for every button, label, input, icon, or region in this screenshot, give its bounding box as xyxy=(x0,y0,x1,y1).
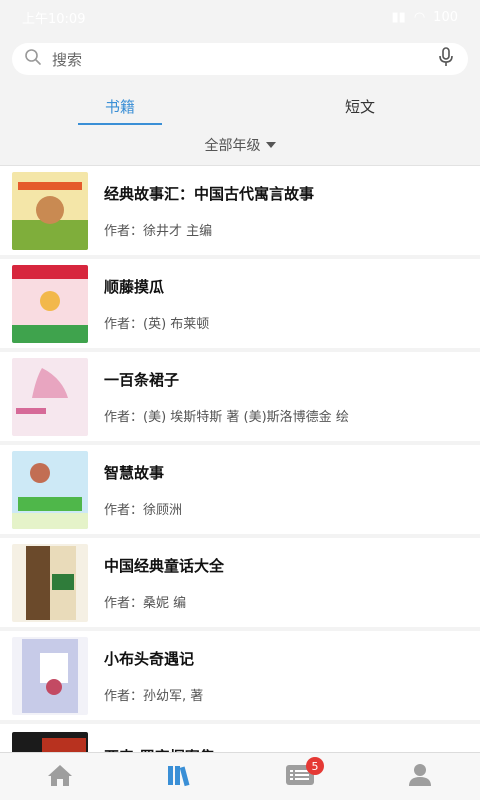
nav-home[interactable] xyxy=(0,753,120,800)
book-cover xyxy=(12,171,88,250)
tab-books[interactable]: 书籍 xyxy=(0,87,240,125)
home-icon xyxy=(46,763,74,791)
nav-profile[interactable] xyxy=(360,753,480,800)
nav-messages[interactable]: 5 xyxy=(240,753,360,800)
book-author: 作者：孙幼军, 著 xyxy=(104,688,204,704)
grade-filter[interactable]: 全部年级 xyxy=(0,125,480,166)
status-icons: ▮▮ ◠ 100 xyxy=(392,10,458,25)
search-icon xyxy=(24,48,42,70)
book-cover xyxy=(12,543,88,622)
book-item[interactable]: 中国经典童话大全 作者：桑妮 编 xyxy=(0,538,480,631)
book-item[interactable]: 经典故事汇：中国古代寓言故事 作者：徐井才 主编 xyxy=(0,166,480,259)
book-item[interactable]: 一百条裙子 作者：(美) 埃斯特斯 著 (美)斯洛博德金 绘 xyxy=(0,352,480,445)
book-author: 作者：徐井才 主编 xyxy=(104,223,213,239)
book-item[interactable]: 顺藤摸瓜 作者：(英) 布莱顿 xyxy=(0,259,480,352)
book-title: 顺藤摸瓜 xyxy=(104,277,165,296)
book-title: 经典故事汇：中国古代寓言故事 xyxy=(104,184,315,203)
book-author: 作者：徐顾洲 xyxy=(104,502,183,518)
nav-bookshelf[interactable] xyxy=(120,753,240,800)
caret-down-icon xyxy=(265,142,276,148)
book-title: 一百条裙子 xyxy=(104,370,180,389)
search-container: 搜索 xyxy=(0,34,480,81)
battery-level: 100 xyxy=(433,9,458,25)
book-author: 作者：(英) 布莱顿 xyxy=(104,316,210,332)
book-title: 中国经典童话大全 xyxy=(104,556,225,575)
bottom-navigation: 5 xyxy=(0,752,480,800)
tab-articles[interactable]: 短文 xyxy=(240,87,480,125)
book-cover xyxy=(12,357,88,436)
search-bar[interactable]: 搜索 xyxy=(12,43,468,75)
book-item[interactable]: 小布头奇遇记 作者：孙幼军, 著 xyxy=(0,631,480,724)
notification-badge: 5 xyxy=(306,757,324,775)
book-cover xyxy=(12,450,88,529)
book-list: 经典故事汇：中国古代寓言故事 作者：徐井才 主编 顺藤摸瓜 作者：(英) 布莱顿… xyxy=(0,166,480,800)
grade-filter-label: 全部年级 xyxy=(204,138,261,154)
wifi-icon: ◠ xyxy=(413,9,426,25)
microphone-icon[interactable] xyxy=(438,47,454,71)
book-cover xyxy=(12,636,88,715)
book-title: 智慧故事 xyxy=(104,463,165,482)
signal-icon: ▮▮ xyxy=(391,9,406,25)
book-item[interactable]: 智慧故事 作者：徐顾洲 xyxy=(0,445,480,538)
book-cover xyxy=(12,264,88,343)
status-time: 上午10:09 xyxy=(22,11,86,27)
content-tabs: 书籍 短文 xyxy=(0,87,480,125)
book-author: 作者：(美) 埃斯特斯 著 (美)斯洛博德金 绘 xyxy=(104,409,349,425)
user-icon xyxy=(407,763,433,791)
book-title: 小布头奇遇记 xyxy=(104,649,195,668)
bookshelf-icon xyxy=(166,763,194,791)
search-input[interactable]: 搜索 xyxy=(52,49,438,70)
book-author: 作者：桑妮 编 xyxy=(104,595,187,611)
status-bar: 上午10:09 ▮▮ ◠ 100 xyxy=(0,0,480,34)
